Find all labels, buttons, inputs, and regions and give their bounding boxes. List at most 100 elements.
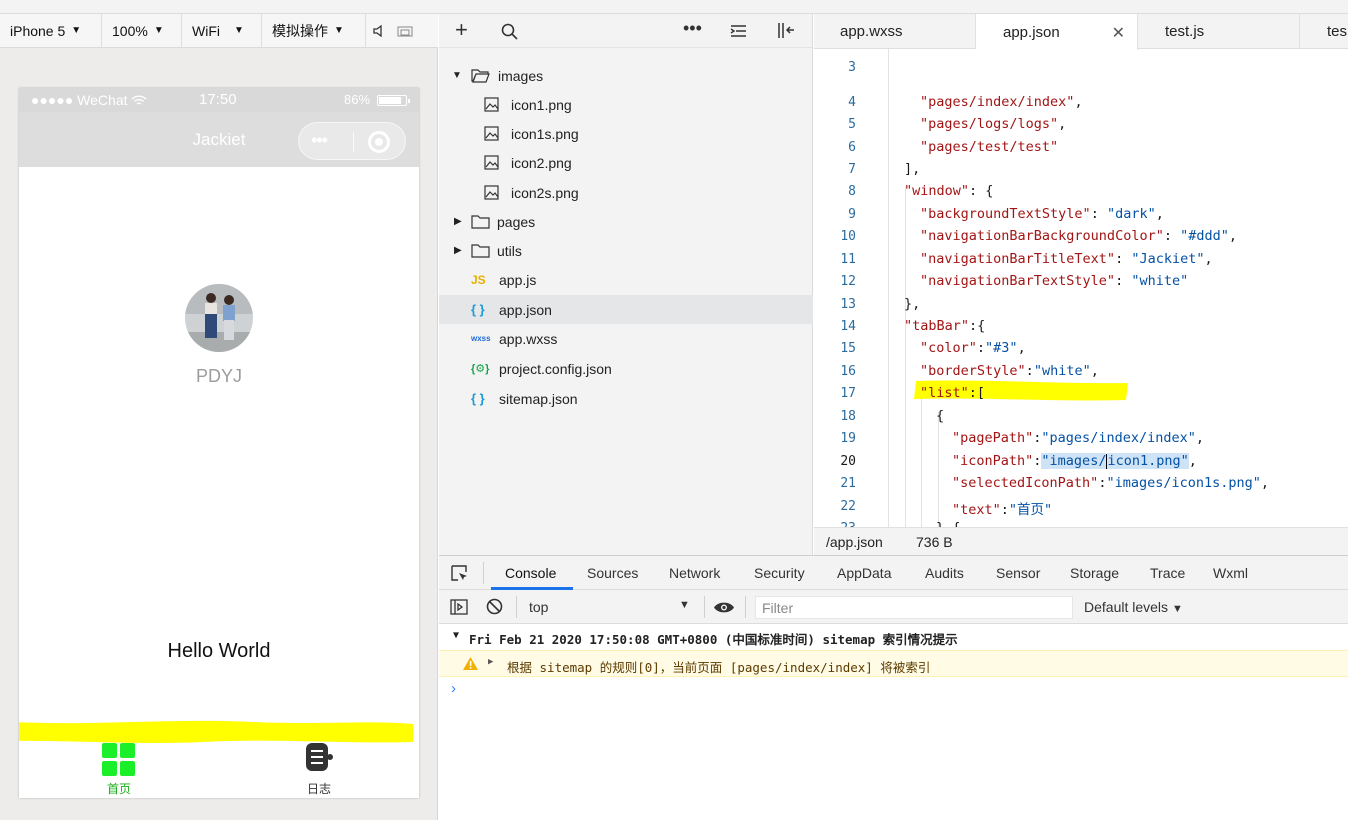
filter-input[interactable]: Filter: [755, 596, 1073, 619]
code-line: {: [936, 408, 945, 424]
menu-capsule[interactable]: •••: [298, 122, 406, 160]
detach-button[interactable]: [392, 14, 418, 48]
file-path: /app.json: [826, 534, 883, 550]
sidebar-toggle-icon[interactable]: [450, 599, 468, 615]
clear-console-icon[interactable]: [486, 598, 503, 615]
tab-truncated[interactable]: tes: [1300, 14, 1348, 49]
console-prompt[interactable]: ›: [451, 680, 456, 697]
sound-button[interactable]: [366, 14, 392, 48]
add-icon[interactable]: +: [455, 17, 468, 43]
tree-folder-utils[interactable]: ▶ utils: [439, 236, 813, 265]
simulator-toolbar: iPhone 5 ▼ 100% ▼ WiFi ▼ 模拟操作 ▼: [0, 13, 438, 48]
tree-file-sitemap-json[interactable]: { } sitemap.json: [439, 384, 813, 413]
operation-select[interactable]: 模拟操作 ▼: [262, 13, 366, 48]
zoom-select[interactable]: 100% ▼: [102, 13, 182, 48]
tree-folder-images[interactable]: ▼ images: [439, 61, 813, 90]
levels-label: Default levels: [1084, 599, 1169, 615]
tab-app-json[interactable]: app.json ✕: [976, 14, 1138, 50]
tree-file-icon2[interactable]: icon2.png: [439, 148, 813, 177]
devtools-panel: Console Sources Network Security AppData…: [439, 555, 1348, 820]
image-file-icon: [484, 185, 499, 200]
tree-item-label: app.js: [499, 271, 537, 288]
tree-file-app-wxss[interactable]: wxss app.wxss: [439, 324, 813, 353]
network-select[interactable]: WiFi ▼: [182, 13, 262, 48]
tab-sensor[interactable]: Sensor: [996, 565, 1040, 581]
editor-tabs: app.wxss app.json ✕ test.js tes: [814, 14, 1348, 50]
code-line-current: "iconPath":"images/icon1.png",: [952, 453, 1197, 469]
json-file-icon: { }: [471, 391, 485, 406]
line-number: 14: [840, 319, 856, 334]
code-line: "pages/index/index",: [920, 94, 1083, 110]
code-line: "borderStyle":"white",: [920, 363, 1099, 379]
tree-file-icon2s[interactable]: icon2s.png: [439, 178, 813, 207]
tab-logs[interactable]: 日志: [269, 743, 369, 796]
tab-security[interactable]: Security: [754, 565, 805, 581]
log-levels-select[interactable]: Default levels ▼: [1084, 599, 1183, 615]
warning-icon: [463, 657, 478, 670]
close-icon[interactable]: ✕: [1112, 23, 1125, 43]
tab-appdata[interactable]: AppData: [837, 565, 891, 581]
tab-network[interactable]: Network: [669, 565, 720, 581]
tab-test-js[interactable]: test.js: [1138, 14, 1300, 49]
inspect-icon[interactable]: [451, 565, 469, 582]
more-icon[interactable]: •••: [683, 18, 702, 39]
user-nickname: PDYJ: [195, 366, 242, 386]
phone-nav-bar: Jackiet •••: [19, 112, 419, 167]
folder-open-icon: [471, 69, 490, 83]
line-number: 18: [840, 409, 856, 424]
hello-text: Hello World: [167, 640, 271, 662]
file-explorer: + ••• ▼ images icon1.png icon1s.png icon…: [439, 14, 813, 555]
tab-console[interactable]: Console: [505, 565, 556, 581]
tab-wxml[interactable]: Wxml: [1213, 565, 1248, 581]
tree-file-app-js[interactable]: JS app.js: [439, 265, 813, 294]
device-select[interactable]: iPhone 5 ▼: [0, 13, 102, 48]
line-number: 15: [840, 341, 856, 356]
caret-right-icon[interactable]: ▶: [488, 657, 493, 667]
config-file-icon: {⚙}: [471, 363, 490, 375]
code-line: "pages/logs/logs",: [920, 116, 1067, 132]
image-file-icon: [484, 155, 499, 170]
eye-icon[interactable]: [713, 601, 735, 614]
simulator-panel: iPhone 5 ▼ 100% ▼ WiFi ▼ 模拟操作 ▼ ●●●●● We…: [0, 13, 438, 820]
collapse-icon[interactable]: [730, 24, 747, 38]
device-label: iPhone 5: [10, 22, 66, 39]
split-icon[interactable]: [777, 22, 795, 39]
tab-home-label: 首页: [106, 782, 131, 796]
close-miniprogram-icon[interactable]: [368, 131, 390, 153]
more-icon[interactable]: •••: [311, 130, 328, 151]
tab-trace[interactable]: Trace: [1150, 565, 1185, 581]
log-header-text: Fri Feb 21 2020 17:50:08 GMT+0800 (中国标准时…: [469, 632, 958, 647]
speaker-icon: [373, 24, 382, 37]
tree-folder-pages[interactable]: ▶ pages: [439, 207, 813, 236]
tree-item-label: utils: [497, 242, 522, 259]
tab-home[interactable]: 首页: [69, 743, 169, 796]
tree-file-icon1[interactable]: icon1.png: [439, 90, 813, 119]
search-icon[interactable]: [501, 23, 518, 40]
tab-app-wxss[interactable]: app.wxss: [814, 14, 976, 49]
context-select[interactable]: top ▼: [519, 596, 691, 618]
operation-label: 模拟操作: [272, 22, 328, 39]
tab-logs-label: 日志: [306, 782, 331, 796]
code-line: "pagePath":"pages/index/index",: [952, 430, 1204, 446]
tree-file-project-config[interactable]: {⚙} project.config.json: [439, 354, 813, 383]
divider: [483, 562, 484, 584]
network-label: WiFi: [192, 22, 220, 39]
code-line: "selectedIconPath":"images/icon1s.png",: [952, 475, 1270, 491]
code-area[interactable]: 34567891011121314151617181920212223 "pag…: [814, 49, 1348, 527]
tab-label: test.js: [1165, 23, 1205, 40]
battery-percent: 86%: [344, 92, 371, 107]
tree-item-label: images: [498, 67, 544, 84]
console-toolbar: top ▼ Filter Default levels ▼: [439, 590, 1348, 624]
tab-audits[interactable]: Audits: [925, 565, 964, 581]
code-line: "backgroundTextStyle": "dark",: [920, 206, 1164, 222]
console-warning-row[interactable]: ▶ 根据 sitemap 的规则[0]，当前页面 [pages/index/in…: [439, 650, 1348, 677]
line-number: 7: [848, 162, 856, 177]
tree-file-app-json[interactable]: { } app.json: [439, 295, 813, 324]
console-log-group[interactable]: ▼ Fri Feb 21 2020 17:50:08 GMT+0800 (中国标…: [439, 625, 1348, 649]
line-number: 16: [840, 364, 856, 379]
line-number: 12: [840, 274, 856, 289]
tree-file-icon1s[interactable]: icon1s.png: [439, 119, 813, 148]
tab-storage[interactable]: Storage: [1070, 565, 1119, 581]
tab-sources[interactable]: Sources: [587, 565, 638, 581]
line-number: 5: [848, 117, 856, 132]
